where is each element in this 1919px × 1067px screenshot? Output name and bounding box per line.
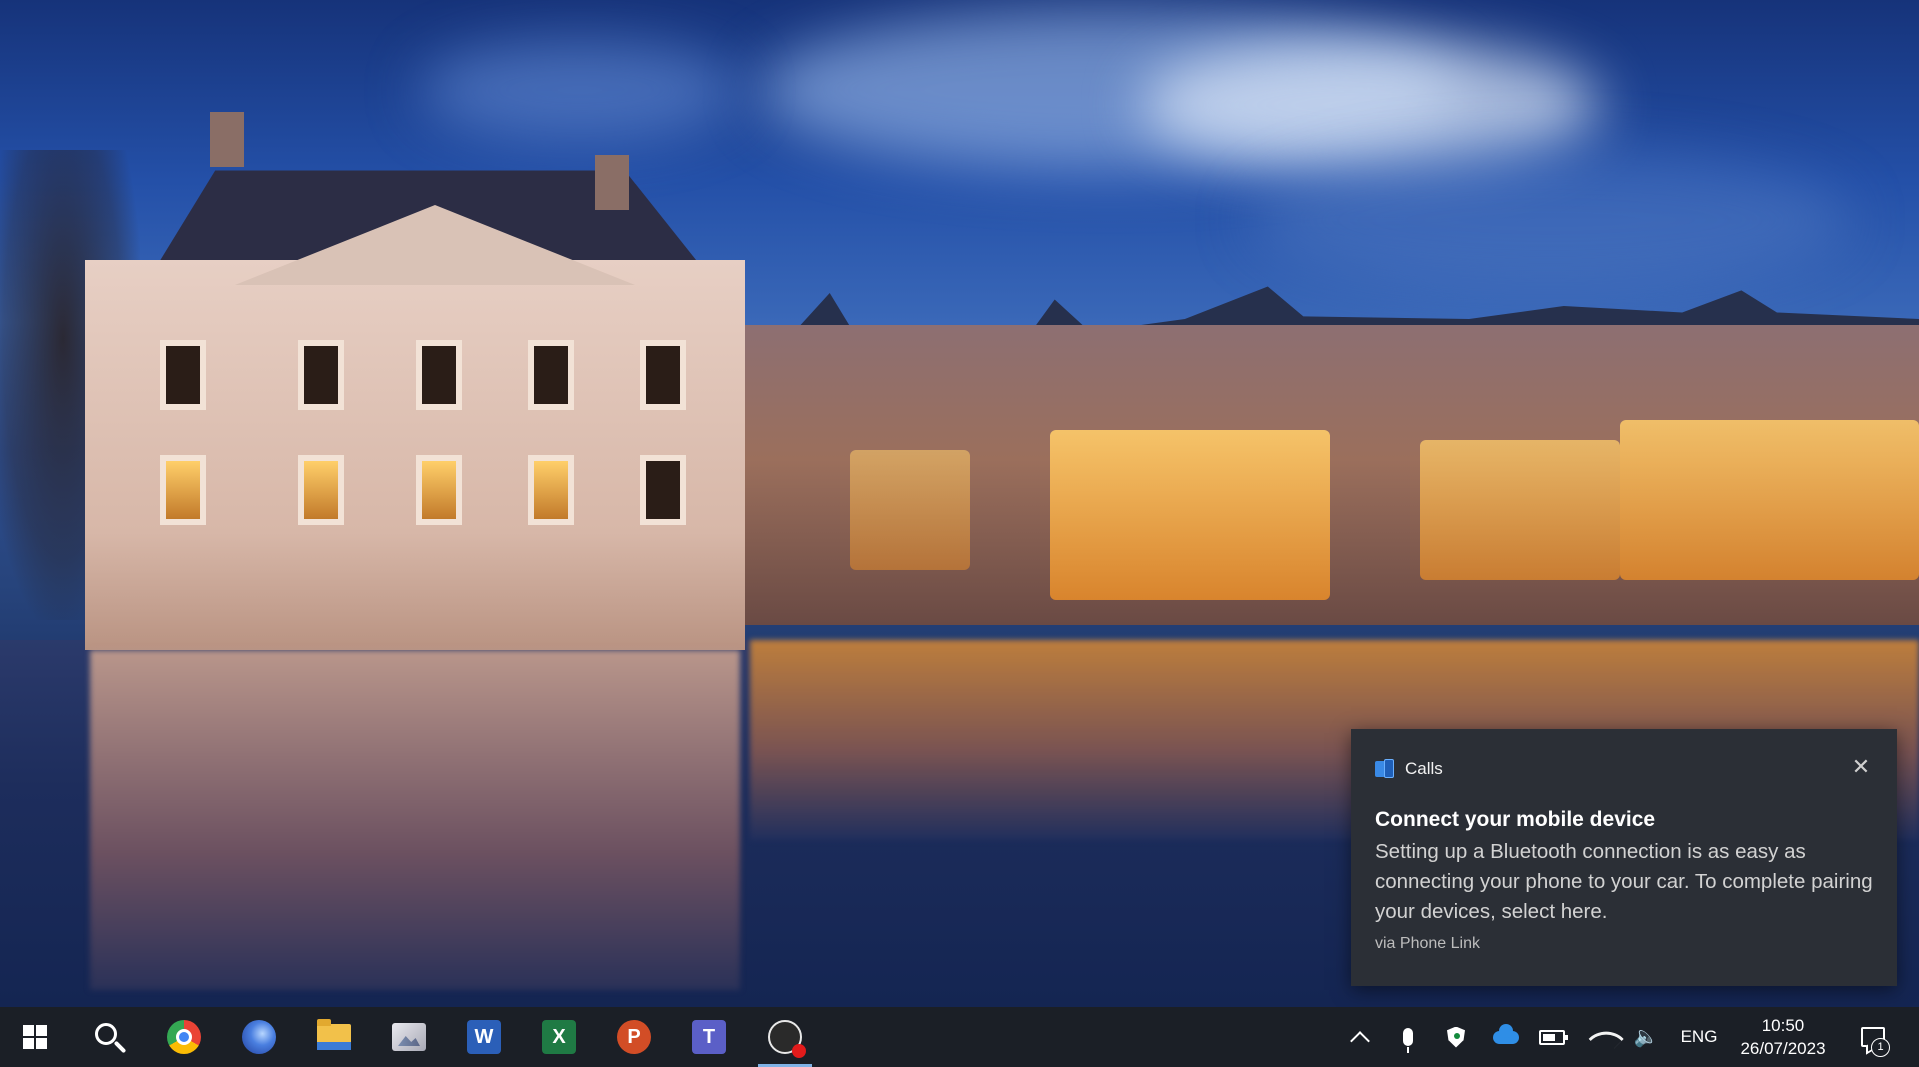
- start-button[interactable]: [2, 1007, 68, 1067]
- toast-title: Connect your mobile device: [1375, 808, 1656, 831]
- battery-icon: [1539, 1029, 1568, 1045]
- excel-icon: X: [542, 1020, 576, 1054]
- notification-toast[interactable]: Calls ✕ Connect your mobile device Setti…: [1351, 729, 1897, 986]
- wallpaper-window: [160, 455, 206, 525]
- microphone-icon: [1403, 1028, 1413, 1053]
- taskbar-app-chrome[interactable]: [151, 1007, 217, 1067]
- taskbar-app-word[interactable]: W: [451, 1007, 517, 1067]
- toast-header: Calls: [1375, 759, 1443, 779]
- word-icon: W: [467, 1020, 501, 1054]
- wallpaper-chimney: [210, 112, 244, 167]
- tray-volume[interactable]: 🔈: [1630, 1007, 1662, 1067]
- search-button[interactable]: [76, 1007, 142, 1067]
- wallpaper-lit-facade: [850, 450, 970, 570]
- wifi-icon: [1587, 1020, 1624, 1057]
- toast-body: Setting up a Bluetooth connection is as …: [1375, 840, 1873, 923]
- action-center-button[interactable]: 1: [1848, 1007, 1898, 1067]
- wallpaper-window: [416, 340, 462, 410]
- wallpaper-window: [298, 455, 344, 525]
- taskbar-app-photos[interactable]: [376, 1007, 442, 1067]
- taskbar-app-firefox[interactable]: [226, 1007, 292, 1067]
- wallpaper-window: [416, 455, 462, 525]
- tray-microphone[interactable]: [1392, 1007, 1424, 1067]
- chevron-up-icon: [1350, 1031, 1370, 1051]
- wallpaper-cloud: [420, 40, 740, 140]
- obs-icon: [768, 1020, 806, 1058]
- wallpaper-reflection: [90, 650, 740, 990]
- tray-language[interactable]: ENG: [1674, 1007, 1724, 1067]
- wallpaper-window: [298, 340, 344, 410]
- volume-icon: 🔈: [1633, 1026, 1659, 1048]
- tray-battery[interactable]: [1536, 1007, 1568, 1067]
- tray-onedrive[interactable]: [1488, 1007, 1524, 1067]
- wallpaper-cloud: [1250, 150, 1850, 290]
- close-icon[interactable]: ✕: [1845, 751, 1877, 783]
- taskbar-app-obs[interactable]: [752, 1007, 818, 1067]
- wallpaper-lit-facade: [1420, 440, 1620, 580]
- wallpaper-chimney: [595, 155, 629, 210]
- onedrive-cloud-icon: [1493, 1023, 1519, 1044]
- taskbar-app-powerpoint[interactable]: P: [601, 1007, 667, 1067]
- wallpaper-lit-facade: [1620, 420, 1919, 580]
- search-icon: [95, 1023, 117, 1045]
- wallpaper-window: [640, 455, 686, 525]
- chrome-icon: [167, 1020, 201, 1054]
- toast-attribution: via Phone Link: [1375, 935, 1480, 952]
- clock-time: 10:50: [1761, 1016, 1805, 1035]
- taskbar-app-excel[interactable]: X: [526, 1007, 592, 1067]
- teams-icon: T: [692, 1020, 726, 1054]
- defender-shield-icon: [1447, 1026, 1465, 1048]
- wallpaper-window: [160, 340, 206, 410]
- phone-link-icon: [1375, 759, 1395, 779]
- toast-app-name: Calls: [1405, 759, 1443, 778]
- wallpaper-window: [528, 340, 574, 410]
- wallpaper-window: [528, 455, 574, 525]
- powerpoint-icon: P: [617, 1020, 651, 1054]
- tray-overflow-button[interactable]: [1344, 1007, 1376, 1067]
- tray-network[interactable]: [1584, 1007, 1624, 1067]
- wallpaper-lit-facade: [1050, 430, 1330, 600]
- tray-defender[interactable]: [1440, 1007, 1472, 1067]
- photos-icon: [392, 1023, 426, 1051]
- taskbar-app-file-explorer[interactable]: [301, 1007, 367, 1067]
- clock-date: 26/07/2023: [1740, 1039, 1826, 1058]
- taskbar: W X P T 🔈 ENG 10:50 26/07/2023 1: [0, 1007, 1919, 1067]
- wallpaper-window: [640, 340, 686, 410]
- taskbar-app-teams[interactable]: T: [676, 1007, 742, 1067]
- tray-clock[interactable]: 10:50 26/07/2023: [1728, 1007, 1838, 1067]
- firefox-icon: [242, 1020, 276, 1054]
- notification-count-badge: 1: [1871, 1038, 1890, 1057]
- file-explorer-icon: [317, 1019, 351, 1050]
- windows-logo-icon: [23, 1025, 47, 1049]
